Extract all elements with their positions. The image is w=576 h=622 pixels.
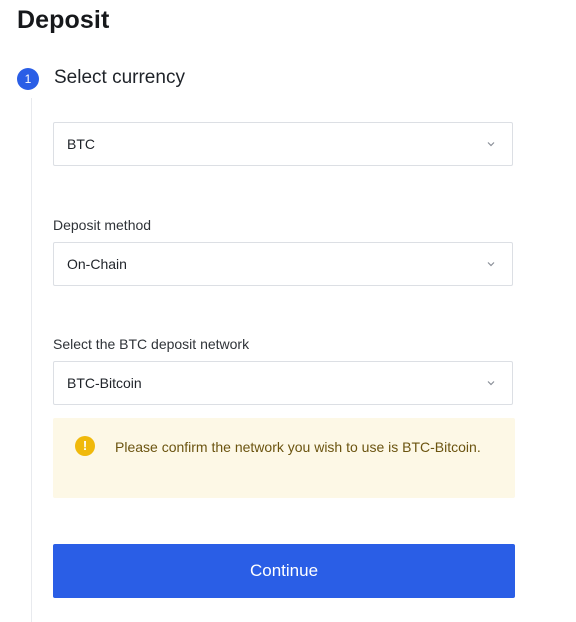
- deposit-method-value: On-Chain: [67, 256, 127, 272]
- step-label: Select currency: [54, 67, 185, 88]
- warning-icon: !: [75, 436, 95, 456]
- deposit-page: Deposit 1 Select currency BTC Deposit me…: [0, 0, 576, 622]
- chevron-down-icon: [487, 262, 495, 267]
- deposit-method-label: Deposit method: [53, 217, 152, 233]
- network-warning-notice: ! Please confirm the network you wish to…: [53, 418, 515, 498]
- currency-select-value: BTC: [67, 136, 95, 152]
- step-connector-line: [31, 98, 32, 622]
- page-title: Deposit: [17, 6, 110, 34]
- currency-select[interactable]: BTC: [53, 122, 513, 166]
- deposit-method-select[interactable]: On-Chain: [53, 242, 513, 286]
- step-number-badge: 1: [17, 68, 39, 90]
- network-label: Select the BTC deposit network: [53, 336, 250, 352]
- network-select-value: BTC-Bitcoin: [67, 375, 142, 391]
- continue-button[interactable]: Continue: [53, 544, 515, 598]
- network-select[interactable]: BTC-Bitcoin: [53, 361, 513, 405]
- network-warning-text: Please confirm the network you wish to u…: [115, 439, 481, 455]
- chevron-down-icon: [487, 142, 495, 147]
- chevron-down-icon: [487, 381, 495, 386]
